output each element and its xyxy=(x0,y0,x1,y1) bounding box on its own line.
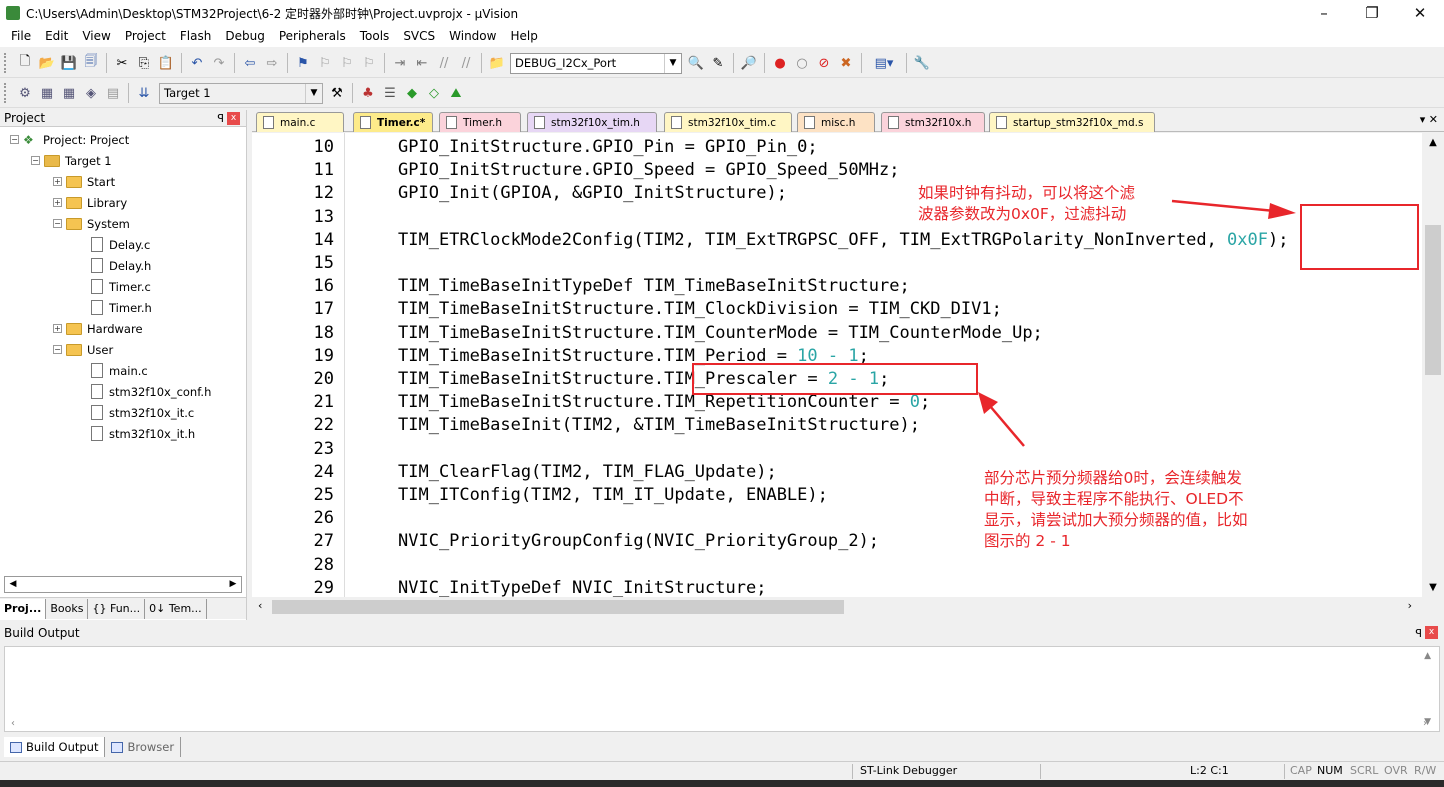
tab-label: Browser xyxy=(127,740,175,754)
pin-icon[interactable]: ꟼ xyxy=(1415,624,1422,643)
status-debugger: ST-Link Debugger xyxy=(860,764,958,777)
close-icon[interactable]: x xyxy=(1425,626,1438,639)
build-output-text[interactable]: ▲ ▼ ‹ › xyxy=(4,646,1440,732)
build-output-header: Build Output ꟼ x xyxy=(0,624,1444,643)
browser-icon xyxy=(111,741,124,753)
scroll-right-icon[interactable]: › xyxy=(1423,718,1427,729)
status-rw: R/W xyxy=(1414,764,1437,777)
build-output-tabs: Build Output Browser xyxy=(4,736,182,758)
status-bar: ST-Link Debugger L:2 C:1 CAP NUM SCRL OV… xyxy=(0,761,1444,780)
uvision-window: C:\Users\Admin\Desktop\STM32Project\6-2 … xyxy=(0,0,1444,787)
tab-browser[interactable]: Browser xyxy=(105,737,182,757)
arrow-to-prescaler xyxy=(978,392,1025,447)
status-ovr: OVR xyxy=(1384,764,1408,777)
arrow-to-filter-value xyxy=(1171,199,1296,219)
taskbar-strip xyxy=(0,780,1444,787)
status-scrl: SCRL xyxy=(1350,764,1379,777)
build-output-panel: Build Output ꟼ x ▲ ▼ ‹ › Build Output Br… xyxy=(0,624,1444,759)
status-cursor-position: L:2 C:1 xyxy=(1190,764,1229,777)
build-output-title: Build Output xyxy=(4,626,80,640)
tab-build-output[interactable]: Build Output xyxy=(4,737,106,757)
scroll-left-icon[interactable]: ‹ xyxy=(11,718,15,729)
build-output-icon xyxy=(10,741,22,753)
status-num: NUM xyxy=(1317,764,1343,777)
status-caps: CAP xyxy=(1290,764,1312,777)
scroll-up-icon[interactable]: ▲ xyxy=(1424,651,1431,661)
tab-label: Build Output xyxy=(26,740,99,754)
